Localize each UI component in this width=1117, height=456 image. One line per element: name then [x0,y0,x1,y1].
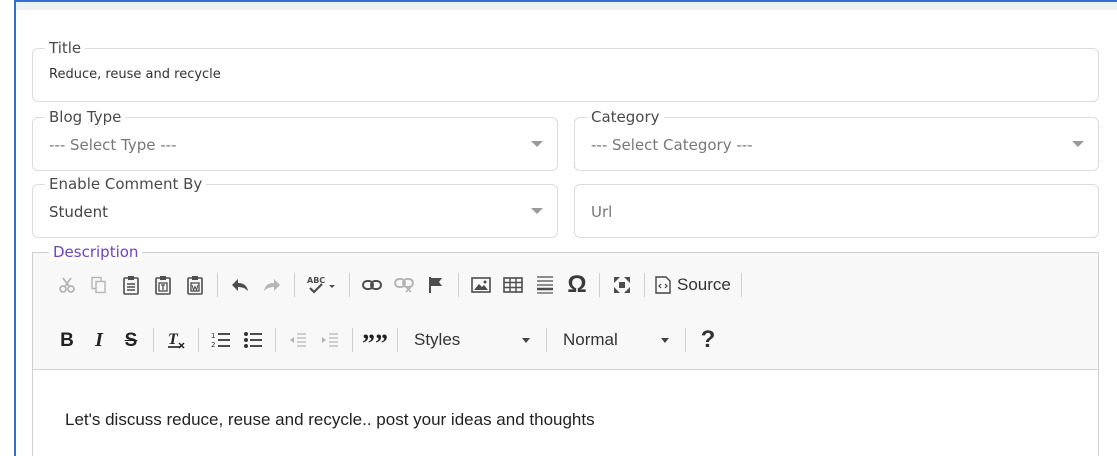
blog-type-select[interactable]: Blog Type --- Select Type --- [32,109,558,171]
toolbar-separator [685,328,686,352]
numbered-list-icon[interactable]: 12 [207,326,235,354]
blockquote-icon[interactable]: ”” [361,326,389,357]
special-character-icon[interactable]: Ω [563,271,591,299]
paste-icon[interactable] [117,271,145,299]
remove-format-icon[interactable]: T [162,326,190,354]
toolbar-separator [599,273,600,297]
chevron-down-icon [522,337,530,343]
unlink-icon[interactable] [390,271,418,299]
category-select[interactable]: Category --- Select Category --- [574,109,1099,171]
svg-text:T: T [168,331,179,348]
toolbar-separator [349,273,350,297]
toolbar-separator [740,273,742,297]
enable-comment-by-select[interactable]: Enable Comment By Student [32,176,558,238]
maximize-icon[interactable] [608,271,636,299]
category-value: --- Select Category --- [591,136,753,154]
svg-text:1: 1 [211,332,215,340]
horizontal-rule-icon[interactable] [531,271,559,299]
styles-dropdown[interactable]: Styles [404,326,540,354]
title-value: Reduce, reuse and recycle [49,67,221,82]
toolbar-separator [153,328,154,352]
card-header-strip [16,2,1117,10]
italic-button[interactable]: I [85,326,113,354]
source-icon [655,276,671,294]
anchor-flag-icon[interactable] [422,271,450,299]
toolbar-separator [397,328,398,352]
format-label: Normal [563,330,618,349]
table-icon[interactable] [499,271,527,299]
copy-icon[interactable] [85,271,113,299]
chevron-down-icon [661,337,669,343]
description-editor[interactable]: ABC Ω Source B I S T 1 2 ”” Styles Norma… [32,252,1099,456]
toolbar-separator [198,328,199,352]
source-label: Source [677,275,731,294]
bulleted-list-icon[interactable] [239,326,267,354]
svg-text:ABC: ABC [307,276,325,285]
toolbar-separator [275,328,276,352]
toolbar-separator [644,273,645,297]
help-button[interactable]: ? [694,326,722,354]
styles-label: Styles [414,330,461,349]
toolbar-separator [458,273,459,297]
description-label: Description [49,244,143,261]
source-button[interactable]: Source [651,271,735,299]
spellcheck-icon[interactable]: ABC [303,271,341,299]
enable-comment-by-value: Student [49,203,109,221]
strike-button[interactable]: S [117,326,145,354]
paste-text-icon[interactable] [149,271,177,299]
svg-text:2: 2 [211,341,215,349]
image-icon[interactable] [467,271,495,299]
cut-icon[interactable] [53,271,81,299]
toolbar-row-2: B I S T 12 ”” Styles Normal ? [51,323,724,357]
url-input[interactable]: Url [574,184,1099,238]
toolbar-separator [217,273,218,297]
title-label: Title [45,40,86,57]
enable-comment-by-label: Enable Comment By [45,176,207,193]
blog-type-value: --- Select Type --- [49,136,177,154]
blog-type-label: Blog Type [45,109,126,126]
undo-icon[interactable] [226,271,254,299]
url-placeholder: Url [591,203,613,221]
toolbar-separator [352,328,353,352]
chevron-down-icon [531,141,543,147]
toolbar-separator [546,328,547,352]
decrease-indent-icon[interactable] [284,326,312,354]
increase-indent-icon[interactable] [316,326,344,354]
paste-word-icon[interactable] [181,271,209,299]
format-dropdown[interactable]: Normal [553,326,679,354]
editor-content[interactable]: Let's discuss reduce, reuse and recycle.… [65,410,595,430]
redo-icon[interactable] [258,271,286,299]
chevron-down-icon [1072,141,1084,147]
bold-button[interactable]: B [53,326,81,354]
chevron-down-icon [531,208,543,214]
toolbar-row-1: ABC Ω Source [51,268,748,302]
editor-toolbar: ABC Ω Source B I S T 1 2 ”” Styles Norma… [33,253,1098,370]
category-label: Category [587,109,664,126]
title-field[interactable]: Title Reduce, reuse and recycle [32,40,1099,102]
link-icon[interactable] [358,271,386,299]
toolbar-separator [294,273,295,297]
